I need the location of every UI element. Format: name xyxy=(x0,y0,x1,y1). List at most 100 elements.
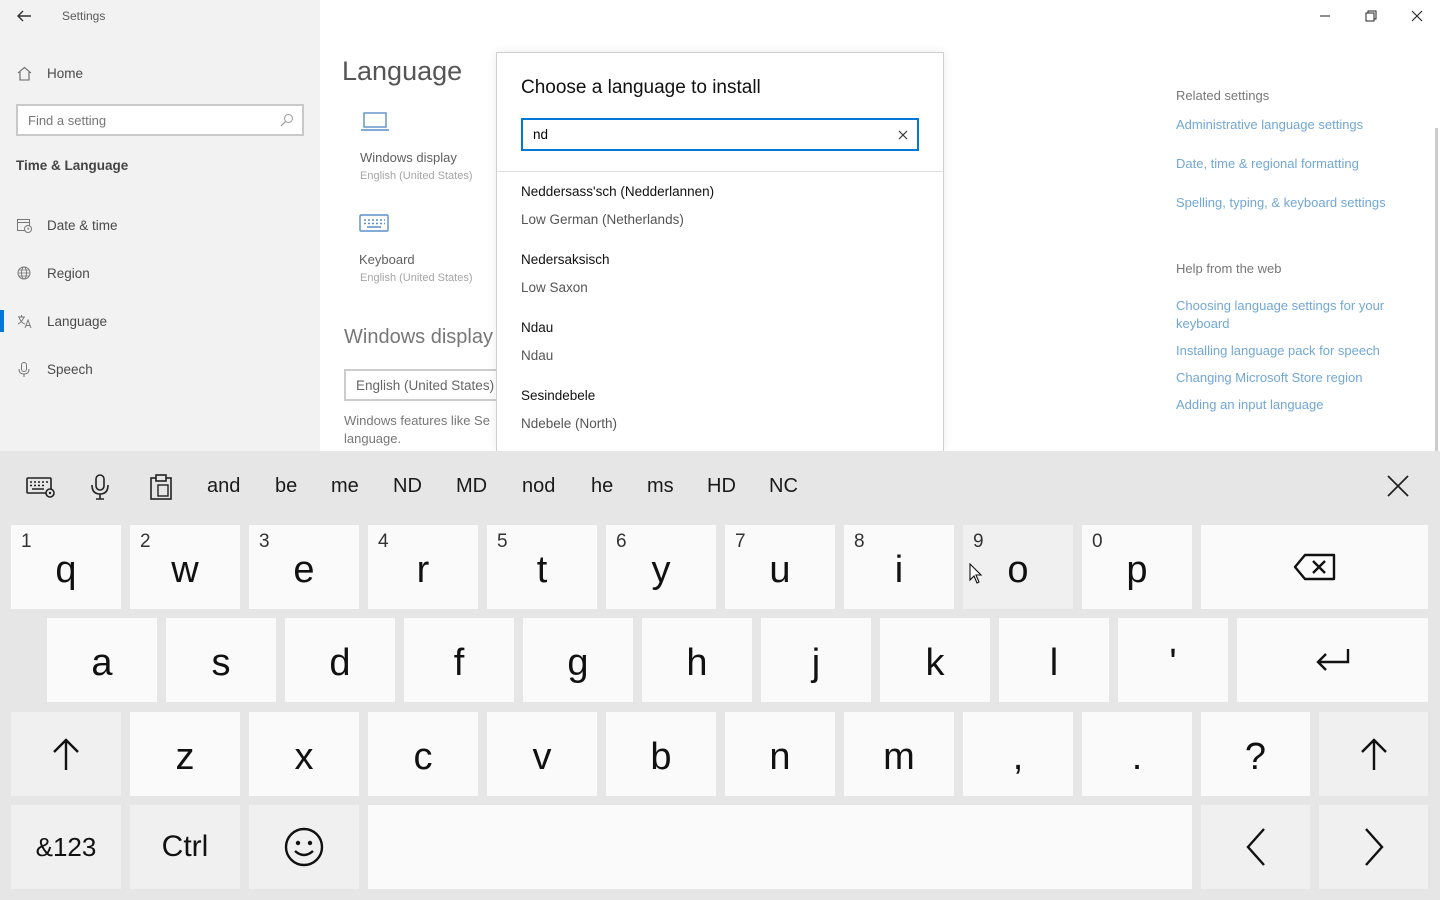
back-arrow-icon[interactable] xyxy=(14,6,34,26)
sidebar-item-language[interactable]: Language xyxy=(0,310,107,332)
key-shift-right[interactable] xyxy=(1319,712,1428,796)
key-l[interactable]: l xyxy=(999,618,1109,702)
language-result-item[interactable]: Sesindebele Ndebele (North) xyxy=(497,388,943,451)
language-result-item[interactable]: Neddersass'sch (Nedderlannen) Low German… xyxy=(497,184,943,252)
search-icon[interactable] xyxy=(280,113,294,127)
link-administrative-language[interactable]: Administrative language settings xyxy=(1176,116,1416,134)
key-r[interactable]: 4r xyxy=(368,525,478,609)
key-v[interactable]: v xyxy=(487,712,597,796)
link-choosing-language-settings[interactable]: Choosing language settings for your keyb… xyxy=(1176,297,1412,333)
link-spelling-typing-keyboard[interactable]: Spelling, typing, & keyboard settings xyxy=(1176,194,1416,212)
language-result-item[interactable]: Nedersaksisch Low Saxon xyxy=(497,252,943,320)
suggestion-me[interactable]: me xyxy=(331,475,359,498)
key-j[interactable]: j xyxy=(761,618,871,702)
key-char: o xyxy=(1007,548,1029,591)
key-e[interactable]: 3e xyxy=(249,525,359,609)
suggestion-nod[interactable]: nod xyxy=(522,475,555,498)
dictation-button[interactable] xyxy=(84,472,116,502)
key-z[interactable]: z xyxy=(130,712,240,796)
suggestion-nd[interactable]: ND xyxy=(393,475,422,498)
tile-keyboard-title[interactable]: Keyboard xyxy=(359,252,415,267)
key-char: r xyxy=(416,548,430,591)
key-char: n xyxy=(769,735,791,778)
sidebar-item-region[interactable]: Region xyxy=(16,262,90,284)
key-g[interactable]: g xyxy=(523,618,633,702)
key-number: 2 xyxy=(140,531,151,552)
key-f[interactable]: f xyxy=(404,618,514,702)
language-native-name: Ndau xyxy=(521,320,554,335)
sidebar-item-date-time[interactable]: Date & time xyxy=(16,214,118,236)
clear-icon[interactable] xyxy=(895,127,911,143)
restore-button[interactable] xyxy=(1348,0,1394,32)
find-setting-search[interactable] xyxy=(16,104,304,136)
key-backspace[interactable] xyxy=(1201,525,1428,609)
key-char: w xyxy=(171,548,199,591)
key-y[interactable]: 6y xyxy=(606,525,716,609)
key-c[interactable]: c xyxy=(368,712,478,796)
sidebar-item-home[interactable]: Home xyxy=(16,62,83,84)
suggestion-be[interactable]: be xyxy=(275,475,297,498)
sidebar-item-label: Speech xyxy=(47,361,93,377)
key-char: , xyxy=(1012,735,1024,778)
suggestion-ms[interactable]: ms xyxy=(647,475,674,498)
key-q[interactable]: 1q xyxy=(11,525,121,609)
link-installing-language-pack[interactable]: Installing language pack for speech xyxy=(1176,342,1416,360)
keyboard-icon[interactable] xyxy=(359,211,389,235)
windows-display-description: Windows features like Se language. xyxy=(344,413,490,446)
link-date-time-regional[interactable]: Date, time & regional formatting xyxy=(1176,155,1416,173)
suggestion-nc[interactable]: NC xyxy=(769,475,798,498)
suggestion-hd[interactable]: HD xyxy=(707,475,736,498)
restore-icon xyxy=(1365,10,1377,22)
key-d[interactable]: d xyxy=(285,618,395,702)
key-period[interactable]: . xyxy=(1082,712,1192,796)
key-t[interactable]: 5t xyxy=(487,525,597,609)
link-changing-store-region[interactable]: Changing Microsoft Store region xyxy=(1176,369,1416,387)
find-setting-input[interactable] xyxy=(18,106,268,134)
windows-display-dropdown[interactable]: English (United States) xyxy=(344,369,514,401)
key-n[interactable]: n xyxy=(725,712,835,796)
key-w[interactable]: 2w xyxy=(130,525,240,609)
minimize-button[interactable] xyxy=(1302,0,1348,32)
key-p[interactable]: 0p xyxy=(1082,525,1192,609)
key-question[interactable]: ? xyxy=(1201,712,1310,796)
key-shift-left[interactable] xyxy=(11,712,121,796)
close-keyboard-icon[interactable] xyxy=(1383,471,1413,501)
keyboard-settings-button[interactable] xyxy=(25,472,57,502)
key-m[interactable]: m xyxy=(844,712,954,796)
key-symbols[interactable]: &123 xyxy=(11,805,121,889)
language-result-item[interactable]: Ndau Ndau xyxy=(497,320,943,388)
sidebar-item-speech[interactable]: Speech xyxy=(16,358,93,380)
related-settings-heading: Related settings xyxy=(1176,88,1270,103)
key-space[interactable] xyxy=(368,805,1192,889)
monitor-icon[interactable] xyxy=(360,110,390,134)
key-right-arrow[interactable] xyxy=(1319,805,1428,889)
close-window-button[interactable] xyxy=(1394,0,1440,32)
key-number: 1 xyxy=(21,531,32,552)
key-left-arrow[interactable] xyxy=(1201,805,1310,889)
language-icon xyxy=(17,314,32,328)
key-apostrophe[interactable]: ' xyxy=(1118,618,1228,702)
tile-windows-display-title[interactable]: Windows display xyxy=(360,150,457,165)
key-u[interactable]: 7u xyxy=(725,525,835,609)
key-a[interactable]: a xyxy=(47,618,157,702)
key-i[interactable]: 8i xyxy=(844,525,954,609)
key-b[interactable]: b xyxy=(606,712,716,796)
key-enter[interactable] xyxy=(1237,618,1428,702)
language-search-input[interactable] xyxy=(523,120,883,149)
key-x[interactable]: x xyxy=(249,712,359,796)
language-native-name: Nedersaksisch xyxy=(521,252,610,267)
key-s[interactable]: s xyxy=(166,618,276,702)
language-search[interactable] xyxy=(521,118,919,151)
key-k[interactable]: k xyxy=(880,618,990,702)
key-char: i xyxy=(894,548,904,591)
key-h[interactable]: h xyxy=(642,618,752,702)
suggestion-md[interactable]: MD xyxy=(456,475,487,498)
key-emoji[interactable] xyxy=(249,805,359,889)
link-adding-input-language[interactable]: Adding an input language xyxy=(1176,396,1416,414)
clipboard-button[interactable] xyxy=(145,472,177,502)
key-ctrl[interactable]: Ctrl xyxy=(130,805,240,889)
key-comma[interactable]: , xyxy=(963,712,1073,796)
suggestion-he[interactable]: he xyxy=(591,475,613,498)
suggestion-and[interactable]: and xyxy=(207,475,240,498)
scrollbar[interactable] xyxy=(1435,128,1438,451)
